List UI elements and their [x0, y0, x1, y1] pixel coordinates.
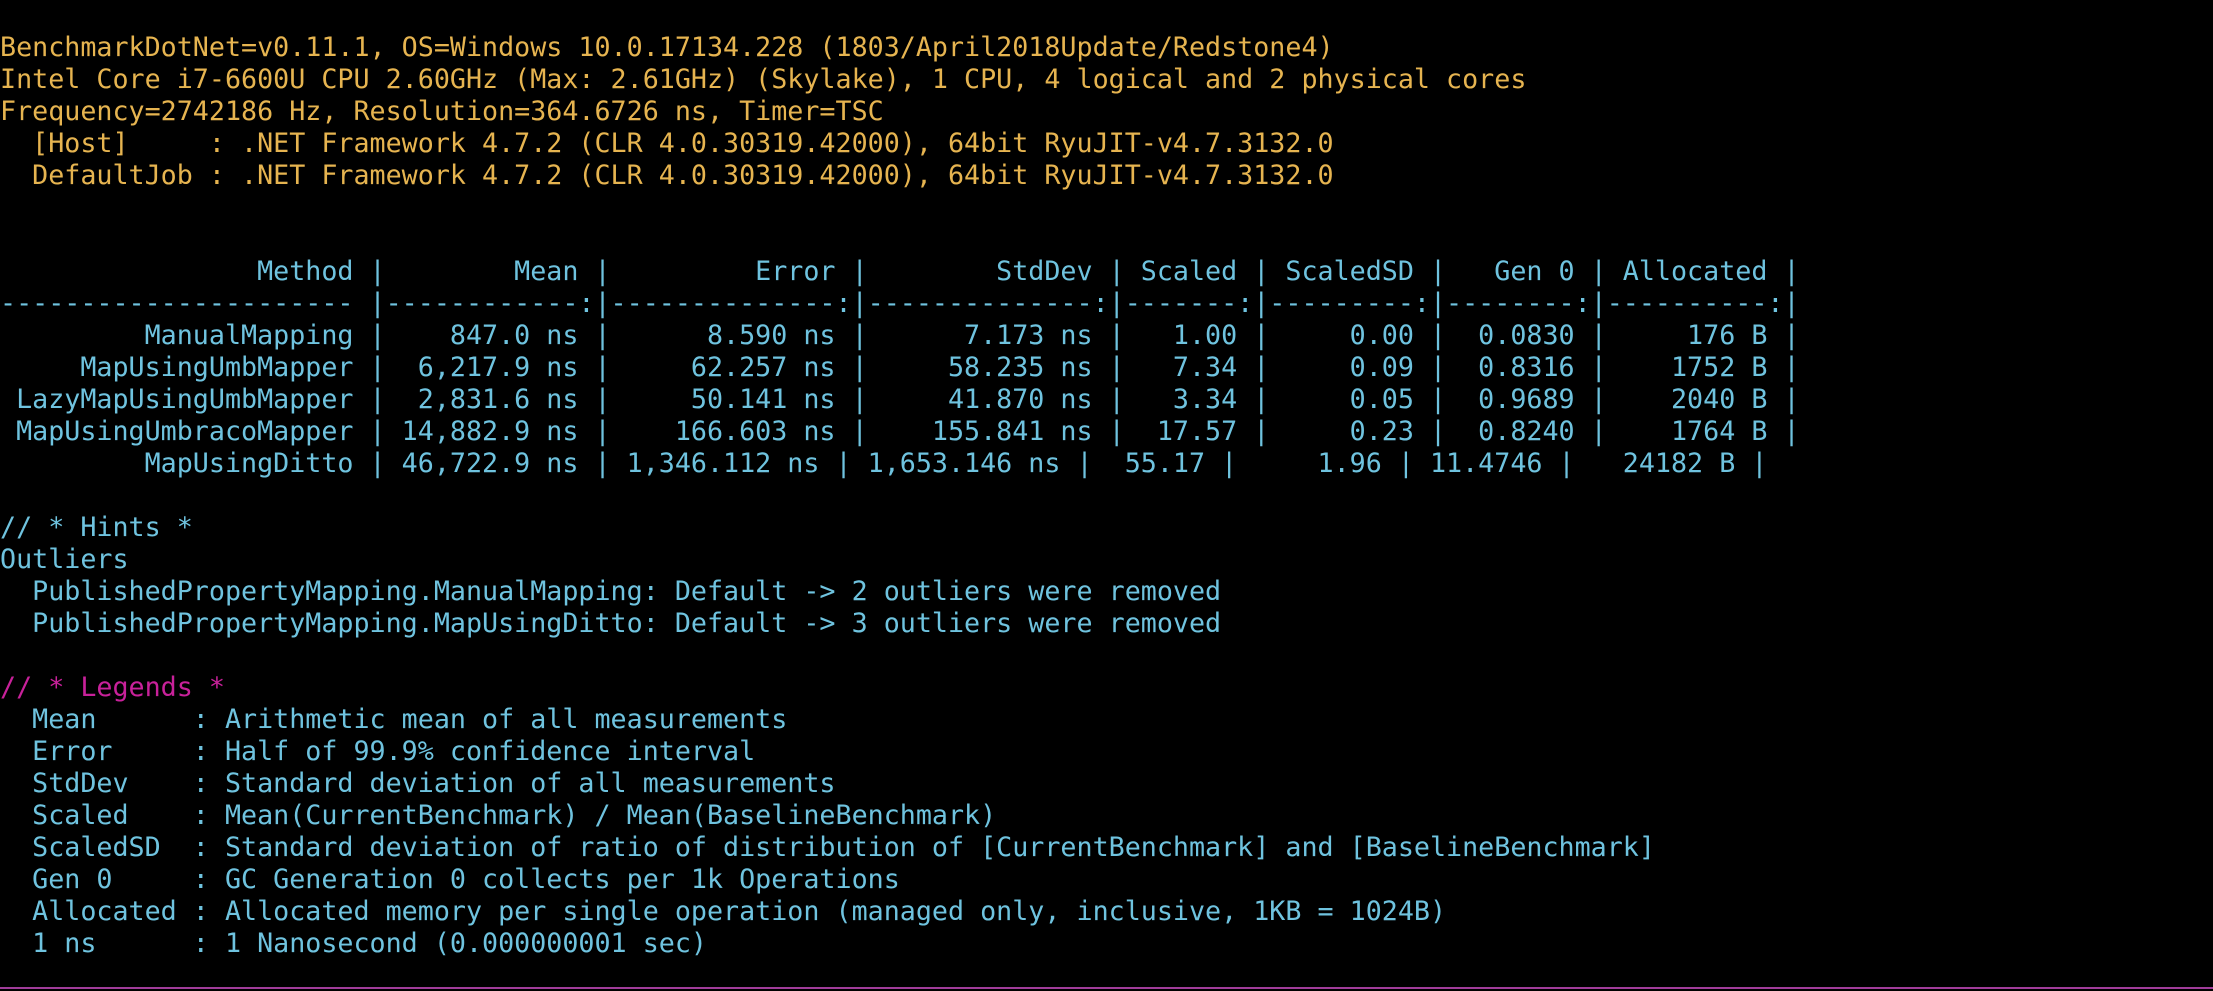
environment-line: Intel Core i7-6600U CPU 2.60GHz (Max: 2.… — [0, 64, 1527, 95]
table-row: LazyMapUsingUmbMapper | 2,831.6 ns | 50.… — [0, 384, 1800, 415]
legend-item: ScaledSD : Standard deviation of ratio o… — [0, 832, 1655, 863]
table-row: MapUsingUmbracoMapper | 14,882.9 ns | 16… — [0, 416, 1800, 447]
console-output: BenchmarkDotNet=v0.11.1, OS=Windows 10.0… — [0, 32, 2213, 960]
table-row: MapUsingDitto | 46,722.9 ns | 1,346.112 … — [0, 448, 1768, 479]
table-separator: ---------------------- |------------:|--… — [0, 288, 1800, 319]
legend-item: Gen 0 : GC Generation 0 collects per 1k … — [0, 864, 900, 895]
legend-item: StdDev : Standard deviation of all measu… — [0, 768, 836, 799]
environment-line: [Host] : .NET Framework 4.7.2 (CLR 4.0.3… — [0, 128, 1334, 159]
table-header: Method | Mean | Error | StdDev | Scaled … — [0, 256, 1800, 287]
table-row: ManualMapping | 847.0 ns | 8.590 ns | 7.… — [0, 320, 1800, 351]
legends-section: // * Legends * Mean : Arithmetic mean of… — [0, 672, 2213, 960]
table-row: MapUsingUmbMapper | 6,217.9 ns | 62.257 … — [0, 352, 1800, 383]
environment-line: DefaultJob : .NET Framework 4.7.2 (CLR 4… — [0, 160, 1334, 191]
legend-item: Scaled : Mean(CurrentBenchmark) / Mean(B… — [0, 800, 997, 831]
environment-info: BenchmarkDotNet=v0.11.1, OS=Windows 10.0… — [0, 32, 2213, 192]
hints-title: // * Hints * — [0, 512, 193, 543]
environment-line: Frequency=2742186 Hz, Resolution=364.672… — [0, 96, 884, 127]
legend-item: 1 ns : 1 Nanosecond (0.000000001 sec) — [0, 928, 707, 959]
hints-section: // * Hints * Outliers PublishedPropertyM… — [0, 512, 2213, 640]
hint-item: PublishedPropertyMapping.ManualMapping: … — [0, 576, 1222, 607]
legend-item: Error : Half of 99.9% confidence interva… — [0, 736, 756, 767]
legend-item: Mean : Arithmetic mean of all measuremen… — [0, 704, 788, 735]
hint-item: PublishedPropertyMapping.MapUsingDitto: … — [0, 608, 1222, 639]
hints-subtitle: Outliers — [0, 544, 129, 575]
results-table: Method | Mean | Error | StdDev | Scaled … — [0, 256, 2213, 480]
legends-title: // * Legends * — [0, 672, 225, 703]
legend-item: Allocated : Allocated memory per single … — [0, 896, 1447, 927]
window-bottom-border — [0, 987, 2213, 989]
environment-line: BenchmarkDotNet=v0.11.1, OS=Windows 10.0… — [0, 32, 1334, 63]
